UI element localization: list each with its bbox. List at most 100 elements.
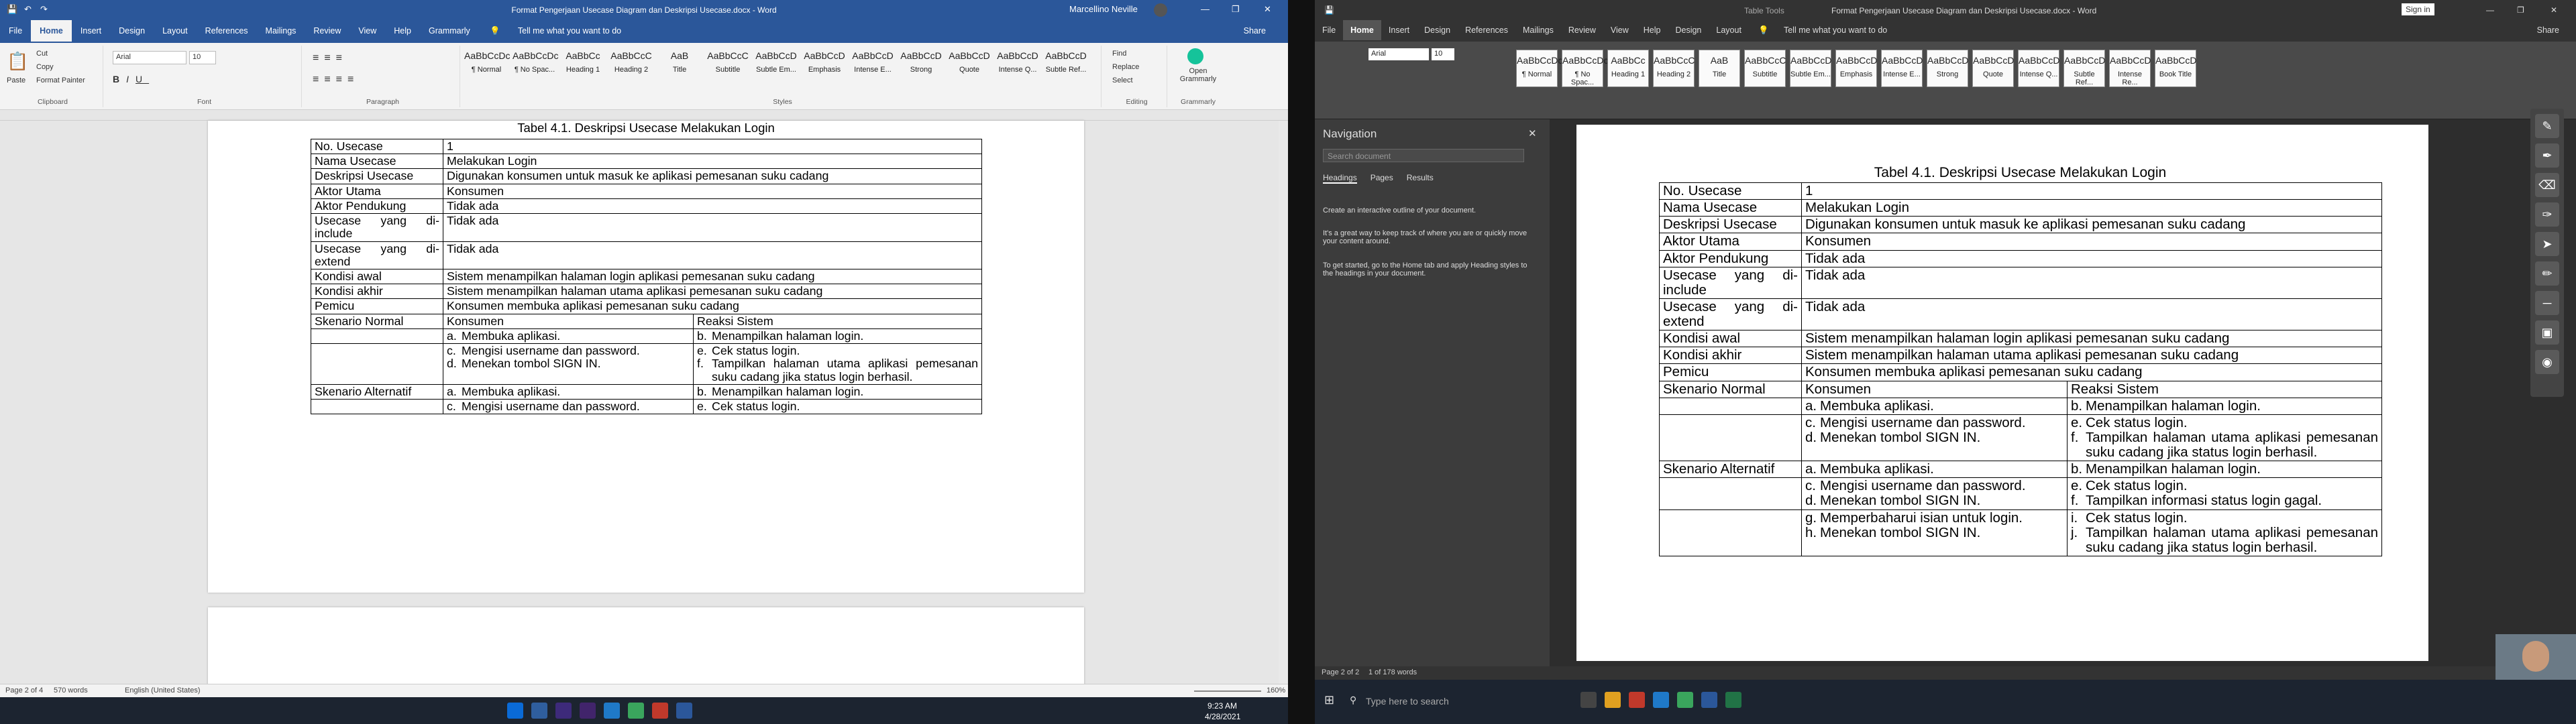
style-gallery-item[interactable]: AaBbCcDc ¶ No Spac... <box>1562 50 1608 87</box>
style-gallery-item[interactable]: AaBbCcD Book Title <box>2155 50 2196 87</box>
minimize-icon[interactable]: — <box>2486 5 2494 15</box>
font-size-select[interactable]: 10 <box>189 51 216 64</box>
tab-home[interactable]: Home <box>1343 20 1381 40</box>
excel-icon[interactable] <box>1725 692 1741 708</box>
explorer-icon[interactable] <box>1605 692 1621 708</box>
word-count[interactable]: 570 words <box>54 686 88 695</box>
clock-time[interactable]: 9:23 AM <box>1208 701 1237 711</box>
style-gallery-item[interactable]: AaBbCcD Strong <box>1927 50 1968 87</box>
chrome-icon[interactable] <box>1677 692 1693 708</box>
style-gallery-item[interactable]: AaBbCcD Intense Q... <box>996 46 1040 79</box>
copy-button[interactable]: Copy <box>36 63 54 71</box>
tab-file[interactable]: File <box>0 20 31 42</box>
tab-help[interactable]: Help <box>1636 20 1668 40</box>
pointer-icon[interactable]: ➤ <box>2535 232 2559 256</box>
tab-mailings[interactable]: Mailings <box>257 20 305 42</box>
tab-review[interactable]: Review <box>305 20 350 42</box>
tell-me-box[interactable]: Tell me what you want to do <box>1776 20 1894 40</box>
find-button[interactable]: Find <box>1112 50 1126 58</box>
style-gallery-item[interactable]: AaB Title <box>1699 50 1740 87</box>
replace-button[interactable]: Replace <box>1112 63 1139 71</box>
style-gallery-item[interactable]: AaBbCcD Emphasis <box>1835 50 1877 87</box>
page-count[interactable]: Page 2 of 4 <box>5 686 43 695</box>
files-icon[interactable] <box>531 703 547 719</box>
style-gallery-item[interactable]: AaBbCcD Subtle Em... <box>754 46 798 79</box>
language[interactable]: English (United States) <box>125 686 201 695</box>
style-gallery-item[interactable]: AaBbCcD Intense Q... <box>2018 50 2059 87</box>
screen-icon[interactable]: ▣ <box>2535 320 2559 345</box>
tab-grammarly[interactable]: Grammarly <box>420 20 479 42</box>
font-name-select[interactable]: Arial <box>113 51 186 64</box>
tab-design[interactable]: Design <box>1417 20 1458 40</box>
share-button[interactable]: Share <box>1235 20 1275 42</box>
windows-icon[interactable]: ⊞ <box>1324 693 1334 707</box>
clock-date[interactable]: 4/28/2021 <box>1205 712 1240 721</box>
chrome-icon[interactable] <box>628 703 644 719</box>
tell-me-box[interactable]: Tell me what you want to do <box>509 20 630 42</box>
tab-table-layout[interactable]: Layout <box>1709 20 1749 40</box>
style-gallery-item[interactable]: AaBbCcD Quote <box>1972 50 2014 87</box>
word-count[interactable]: 1 of 178 words <box>1368 668 1417 676</box>
open-grammarly-button[interactable]: Open Grammarly <box>1174 67 1222 83</box>
style-gallery-item[interactable]: AaBbCcC Heading 2 <box>1653 50 1695 87</box>
select-button[interactable]: Select <box>1112 76 1133 84</box>
share-button[interactable]: Share <box>2530 20 2567 40</box>
vertical-scrollbar[interactable] <box>1279 121 1288 684</box>
font-name-select[interactable]: Arial <box>1368 48 1429 60</box>
tab-view[interactable]: View <box>350 20 385 42</box>
font-size-select[interactable]: 10 <box>1432 48 1454 60</box>
tab-table-design[interactable]: Design <box>1668 20 1709 40</box>
close-icon[interactable]: ✕ <box>2551 5 2557 15</box>
nav-tab-pages[interactable]: Pages <box>1371 173 1393 182</box>
sign-in-button[interactable]: Sign in <box>2402 3 2434 15</box>
paste-button[interactable]: Paste <box>7 76 25 84</box>
cut-button[interactable]: Cut <box>36 50 48 58</box>
paste-icon[interactable]: 📋 <box>7 51 28 72</box>
word-icon[interactable] <box>676 703 692 719</box>
tab-help[interactable]: Help <box>385 20 420 42</box>
vscode-icon[interactable] <box>604 703 620 719</box>
tab-references[interactable]: References <box>197 20 257 42</box>
pen-icon[interactable]: ✎ <box>2535 114 2559 138</box>
line-icon[interactable]: ─ <box>2535 291 2559 315</box>
avatar[interactable] <box>1154 3 1167 17</box>
tab-insert[interactable]: Insert <box>1381 20 1417 40</box>
font-format-buttons[interactable]: BIU <box>113 74 149 84</box>
marker-icon[interactable]: ✒ <box>2535 143 2559 168</box>
tab-references[interactable]: References <box>1458 20 1515 40</box>
brush-icon[interactable]: ✏ <box>2535 261 2559 286</box>
style-gallery-item[interactable]: AaBbCcC Subtitle <box>1744 50 1786 87</box>
nav-tab-results[interactable]: Results <box>1407 173 1434 182</box>
eraser-icon[interactable]: ⌫ <box>2535 173 2559 197</box>
style-gallery-item[interactable]: AaBbCcC Heading 2 <box>609 46 653 79</box>
vscode-icon[interactable] <box>1653 692 1669 708</box>
style-gallery-item[interactable]: AaBbCcC Subtitle <box>706 46 750 79</box>
style-gallery-item[interactable]: AaBbCcDc ¶ Normal <box>464 46 510 79</box>
app-icon[interactable] <box>652 703 668 719</box>
list-icons[interactable]: ≡≡≡ <box>313 52 347 64</box>
tab-layout[interactable]: Layout <box>154 20 197 42</box>
minimize-icon[interactable]: — <box>1201 4 1210 14</box>
style-gallery-item[interactable]: AaBbCcDc ¶ Normal <box>1516 50 1562 87</box>
restore-icon[interactable]: ❐ <box>1232 4 1240 15</box>
close-icon[interactable]: ✕ <box>1264 4 1271 15</box>
zoom-level[interactable]: 160% <box>1267 686 1285 695</box>
style-gallery-item[interactable]: AaB Title <box>657 46 702 79</box>
tab-review[interactable]: Review <box>1561 20 1603 40</box>
camera-icon[interactable]: ◉ <box>2535 350 2559 374</box>
style-gallery-item[interactable]: AaBbCcD Emphasis <box>802 46 847 79</box>
taskbar-search-input[interactable]: Type here to search <box>1366 696 1449 707</box>
nav-close-icon[interactable]: ✕ <box>1528 127 1537 139</box>
grammarly-icon[interactable] <box>1187 48 1203 64</box>
style-gallery-item[interactable]: AaBbCcDc ¶ No Spac... <box>513 46 558 79</box>
tab-file[interactable]: File <box>1315 20 1343 40</box>
task-view-icon[interactable] <box>1580 692 1597 708</box>
zoom-slider[interactable] <box>1194 690 1261 692</box>
after-effects-icon[interactable] <box>580 703 596 719</box>
style-gallery-item[interactable]: AaBbCcD Intense E... <box>1881 50 1923 87</box>
page-count[interactable]: Page 2 of 2 <box>1322 668 1359 676</box>
tab-insert[interactable]: Insert <box>72 20 110 42</box>
save-icon[interactable]: 💾 <box>1324 5 1334 15</box>
highlighter-icon[interactable]: ✑ <box>2535 202 2559 227</box>
premiere-icon[interactable] <box>555 703 572 719</box>
